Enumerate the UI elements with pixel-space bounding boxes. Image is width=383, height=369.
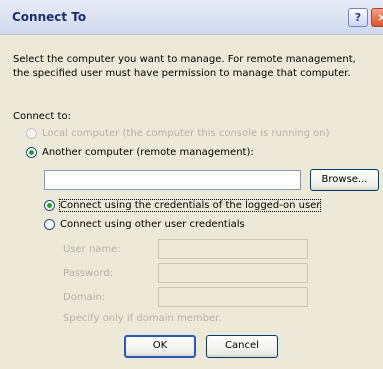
connect-to-dialog: Connect To ? × Select the computer you w… (0, 0, 383, 369)
ok-button[interactable]: OK (124, 335, 196, 358)
user-name-label: User name: (63, 244, 121, 255)
other-credentials-label[interactable]: Connect using other user credentials (60, 219, 245, 230)
logged-on-credentials-radio[interactable]: Connect using the credentials of the log… (44, 199, 322, 212)
domain-input (158, 287, 308, 307)
computer-name-input[interactable] (44, 170, 301, 190)
browse-button[interactable]: Browse... (310, 169, 379, 191)
another-computer-label[interactable]: Another computer (remote management): (42, 147, 254, 158)
another-computer-radio[interactable]: Another computer (remote management): (26, 147, 254, 158)
password-label: Password: (63, 268, 114, 279)
cancel-button[interactable]: Cancel (206, 335, 278, 358)
close-icon[interactable]: × (371, 8, 383, 27)
radio-button-icon (26, 128, 37, 139)
title-bar[interactable]: Connect To ? × (0, 0, 383, 35)
connect-to-label: Connect to: (13, 111, 71, 122)
local-computer-label: Local computer (the computer this consol… (42, 128, 330, 139)
radio-button-icon[interactable] (26, 147, 37, 158)
dialog-description: Select the computer you want to manage. … (13, 54, 356, 79)
local-computer-radio: Local computer (the computer this consol… (26, 128, 330, 139)
domain-label: Domain: (63, 292, 106, 303)
domain-hint: Specify only if domain member. (63, 313, 222, 324)
radio-button-icon[interactable] (44, 219, 55, 230)
password-input (158, 263, 308, 283)
help-icon[interactable]: ? (348, 8, 368, 27)
user-name-input (158, 239, 308, 259)
logged-on-credentials-label[interactable]: Connect using the credentials of the log… (58, 199, 322, 212)
other-credentials-radio[interactable]: Connect using other user credentials (44, 219, 245, 230)
dialog-title: Connect To (12, 10, 87, 24)
radio-button-icon[interactable] (44, 200, 55, 211)
